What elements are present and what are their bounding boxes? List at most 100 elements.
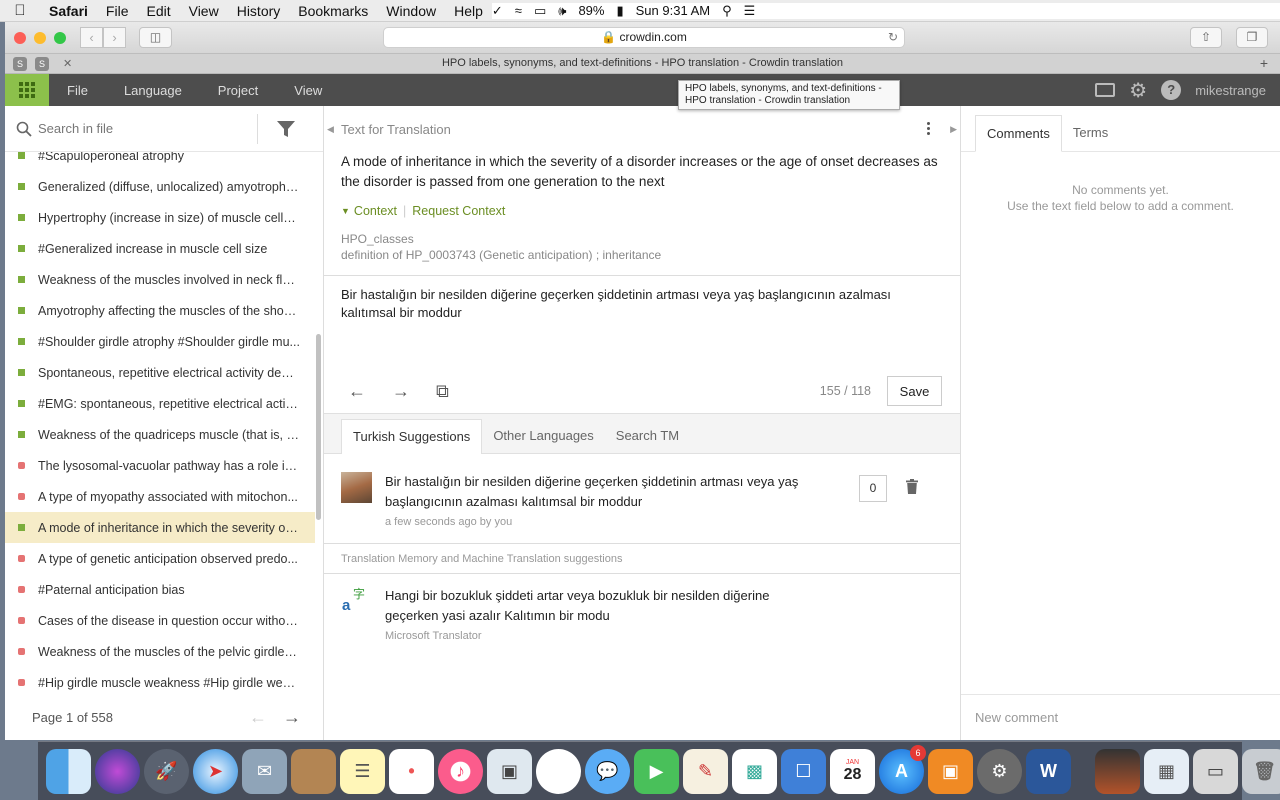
menu-view[interactable]: View [180,3,228,19]
app-menu-view[interactable]: View [276,83,340,98]
list-item[interactable]: #Paternal anticipation bias [5,574,315,605]
address-bar[interactable]: 🔒 crowdin.com ↻ [383,27,905,48]
forward-icon[interactable]: › [103,27,126,48]
vote-count[interactable]: 0 [859,475,887,502]
save-button[interactable]: Save [887,376,942,406]
username[interactable]: mikestrange [1195,83,1266,98]
show-tabs-icon[interactable]: ❐ [1236,27,1268,48]
copy-source-icon[interactable]: ⧉ [436,381,456,402]
clock[interactable]: Sun 9:31 AM [636,3,710,18]
reminders-icon[interactable]: • [389,748,434,794]
arrow-right-icon[interactable]: → [392,381,412,402]
request-context-link[interactable]: Request Context [412,204,505,218]
menu-bookmarks[interactable]: Bookmarks [289,3,377,19]
menu-window[interactable]: Window [377,3,445,19]
checkmark-status-icon[interactable]: ✓ [492,3,503,19]
preview-icon[interactable]: ▣ [487,748,532,794]
tab-search-tm[interactable]: Search TM [605,419,690,453]
keynote-icon[interactable]: ☐ [781,748,826,794]
ibooks-icon[interactable]: ▣ [928,748,973,794]
volume-icon[interactable]: 🕪 [558,3,566,19]
list-item[interactable]: #Scapuloperoneal atrophy [5,152,315,171]
list-item[interactable]: A type of genetic anticipation observed … [5,543,315,574]
next-page-icon[interactable]: → [283,707,301,728]
gear-icon[interactable]: ⚙ [1129,78,1147,103]
sidebar-toggle-icon[interactable]: ◫ [139,27,172,48]
trash-icon[interactable] [906,479,918,494]
apps-grid-icon[interactable] [5,74,49,106]
messages-icon[interactable]: 💬 [585,748,630,794]
app-menu-project[interactable]: Project [200,83,276,98]
list-item[interactable]: A mode of inheritance in which the sever… [5,512,315,543]
list-item[interactable]: A type of myopathy associated with mitoc… [5,481,315,512]
menu-file[interactable]: File [97,3,138,19]
new-tab-icon[interactable]: + [1260,55,1268,71]
siri-icon[interactable] [95,748,140,794]
screenshot-icon[interactable]: ▭ [1193,748,1238,794]
wifi-icon[interactable]: ≈ [515,3,522,18]
list-item[interactable]: The lysosomal-vacuolar pathway has a rol… [5,450,315,481]
contacts-icon[interactable] [291,748,336,794]
new-comment-input[interactable] [975,710,1255,725]
spotlight-search-icon[interactable]: ⚲ [722,3,732,19]
mail-stamp-icon[interactable]: ✉ [242,748,287,794]
close-window-button[interactable] [14,31,26,44]
calendar-icon[interactable]: JAN 28 [830,748,875,794]
mt-suggestion[interactable]: a字 Hangi bir bozukluk şiddeti artar veya… [341,586,941,646]
menu-edit[interactable]: Edit [137,3,179,19]
menu-help[interactable]: Help [445,3,492,19]
tab-turkish-suggestions[interactable]: Turkish Suggestions [341,419,483,454]
app-menu-file[interactable]: File [49,83,106,98]
context-toggle[interactable]: Context [354,204,397,218]
app-store-icon[interactable]: A6 [879,744,926,794]
share-icon[interactable]: ⇧ [1190,27,1222,48]
list-item[interactable]: #Hip girdle muscle weakness #Hip girdle … [5,667,315,692]
list-item[interactable]: Generalized (diffuse, unlocalized) amyot… [5,171,315,202]
list-item[interactable]: Weakness of the muscles involved in neck… [5,264,315,295]
keynote-draw-icon[interactable]: ✎ [683,748,728,794]
notes-icon[interactable]: ☰ [340,748,385,794]
finder-icon[interactable] [46,748,91,794]
numbers-icon[interactable]: ▩ [732,748,777,794]
downloads-grid-icon[interactable]: ▦ [1144,748,1189,794]
list-item[interactable]: Weakness of the quadriceps muscle (that … [5,419,315,450]
app-menu-language[interactable]: Language [106,83,200,98]
battery-icon[interactable]: ▮ [616,3,623,19]
notification-center-icon[interactable]: ☰ [744,3,756,19]
battery-percent[interactable]: 89% [578,3,604,18]
keyboard-icon[interactable] [1095,83,1116,97]
search-input[interactable] [38,113,258,144]
itunes-icon[interactable]: ♪ [438,748,483,794]
photos-icon[interactable]: ✿ [536,748,581,794]
facetime-icon[interactable]: ▶ [634,748,679,794]
back-icon[interactable]: ‹ [80,27,103,48]
filter-icon[interactable] [276,119,296,139]
translation-textarea[interactable]: Bir hastalığın bir nesilden diğerine geç… [341,286,931,322]
prev-page-icon[interactable]: ← [249,707,267,728]
reload-icon[interactable]: ↻ [888,28,898,47]
list-item[interactable]: Hypertrophy (increase in size) of muscle… [5,202,315,233]
help-icon[interactable]: ? [1161,80,1182,100]
tab-terms[interactable]: Terms [1062,115,1119,151]
system-preferences-icon[interactable]: ⚙ [977,748,1022,794]
list-item[interactable]: Cases of the disease in question occur w… [5,605,315,636]
list-item[interactable]: #Generalized increase in muscle cell siz… [5,233,315,264]
arrow-left-icon[interactable]: ← [348,381,368,402]
active-tab-title[interactable]: HPO labels, synonyms, and text-definitio… [5,57,1280,69]
caret-down-icon[interactable]: ▼ [341,206,350,216]
list-scrollbar[interactable] [316,334,321,520]
list-item[interactable]: #Shoulder girdle atrophy #Shoulder girdl… [5,326,315,357]
airplay-icon[interactable]: ▭ [534,3,546,19]
menu-app-name[interactable]: Safari [40,3,97,19]
apple-menu-icon[interactable]:  [0,2,40,19]
list-item[interactable]: Amyotrophy affecting the muscles of the … [5,295,315,326]
trash-can-icon[interactable]: 🗑 [1242,748,1280,794]
list-item[interactable]: Weakness of the muscles of the pelvic gi… [5,636,315,667]
list-item[interactable]: #EMG: spontaneous, repetitive electrical… [5,388,315,419]
launchpad-icon[interactable]: 🚀 [144,748,189,794]
list-item[interactable]: Spontaneous, repetitive electrical activ… [5,357,315,388]
tab-comments[interactable]: Comments [975,115,1062,152]
word-icon[interactable]: W [1026,748,1071,794]
user-suggestion[interactable]: Bir hastalığın bir nesilden diğerine geç… [341,472,941,532]
desktop-folder-icon[interactable] [1095,748,1140,794]
